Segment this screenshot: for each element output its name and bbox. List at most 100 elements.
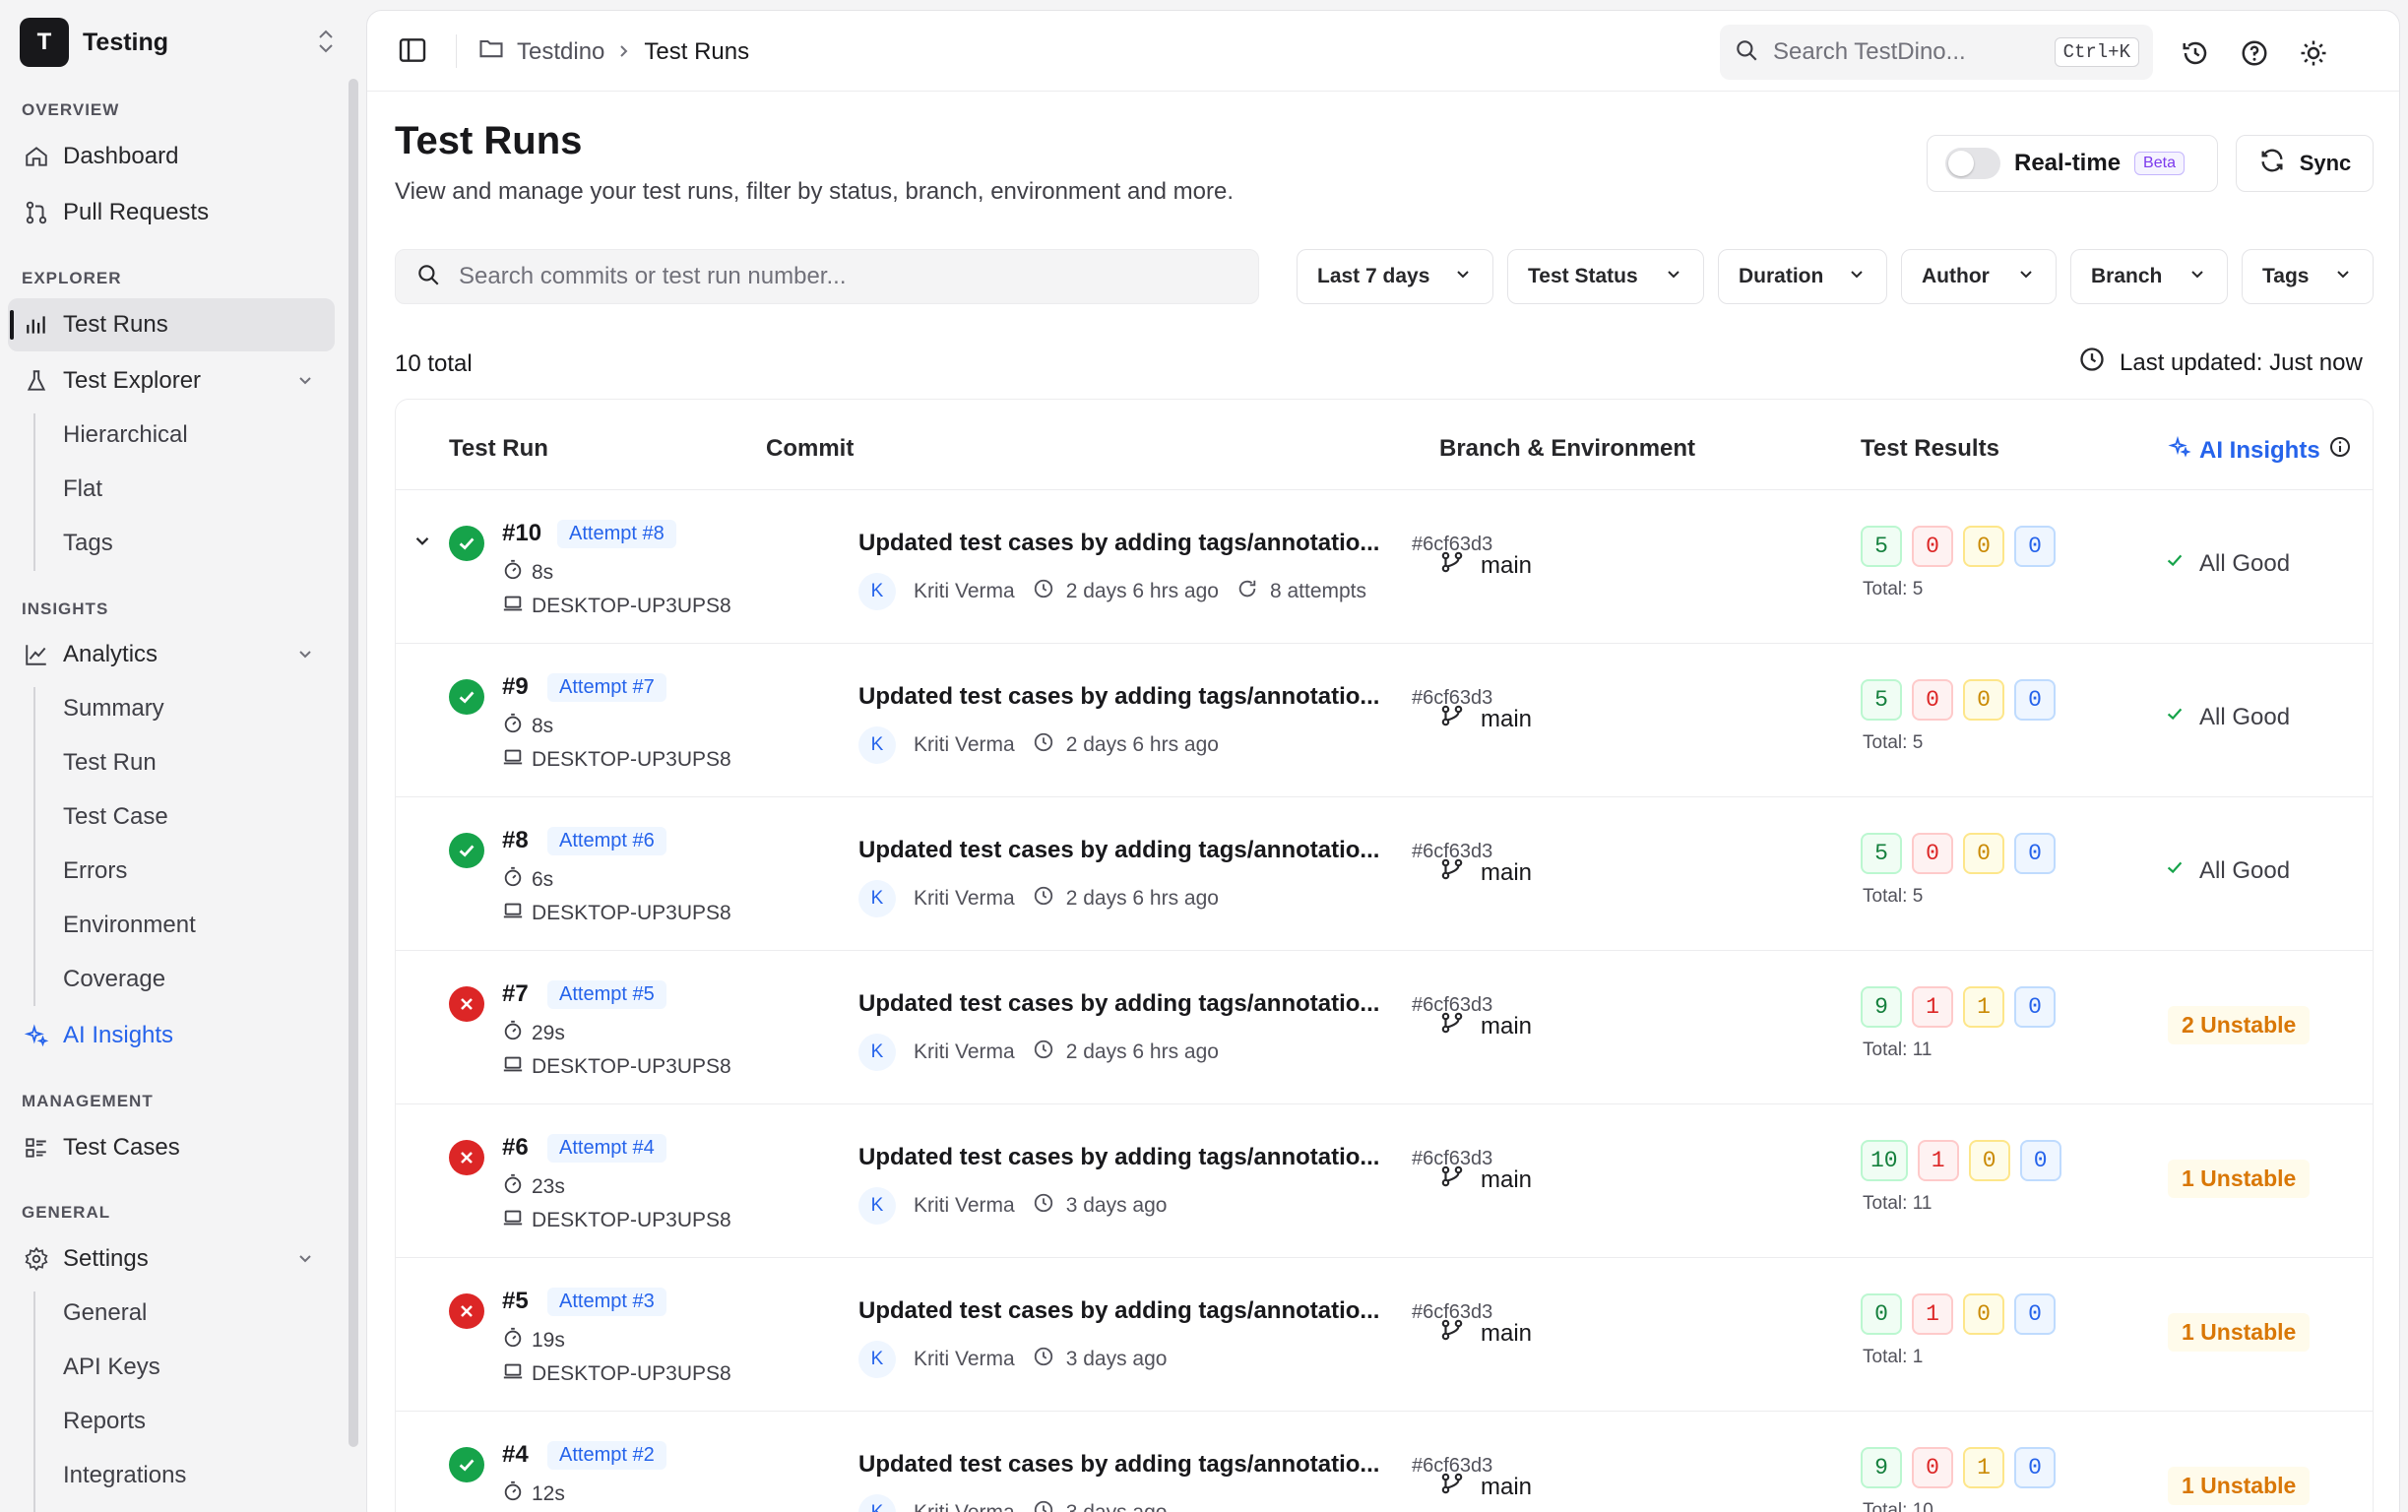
table-row[interactable]: #5 Attempt #3 19s DESKTOP-UP3UPS8 Updated te… [396, 1258, 2373, 1412]
sidebar-item-analytics[interactable]: Analytics [8, 628, 335, 681]
failed-count-badge[interactable]: 1 [1912, 986, 1953, 1028]
failed-count-badge[interactable]: 1 [1912, 1293, 1953, 1335]
filter-test-status[interactable]: Test Status [1507, 249, 1704, 304]
commit-message[interactable]: Updated test cases by adding tags/annota… [858, 1144, 1379, 1171]
column-header-ai-insights[interactable]: AI Insights [2168, 435, 2352, 466]
sidebar-item-test-runs[interactable]: Test Runs [8, 298, 335, 351]
failed-count-badge[interactable]: 0 [1912, 526, 1953, 567]
failed-count-badge[interactable]: 0 [1912, 833, 1953, 874]
commit-message[interactable]: Updated test cases by adding tags/annota… [858, 530, 1379, 557]
sidebar-item-test-cases[interactable]: Test Cases [8, 1121, 335, 1174]
skipped-count-badge[interactable]: 0 [2014, 833, 2056, 874]
skipped-count-badge[interactable]: 0 [2014, 1447, 2056, 1488]
sidebar-item-hierarchical[interactable]: Hierarchical [63, 415, 188, 455]
sidebar-item-api-keys[interactable]: API Keys [63, 1348, 160, 1387]
table-row[interactable]: #4Attempt #212sDESKTOP-UP3UPS8Updated te… [396, 1412, 2373, 1512]
flaky-count-badge[interactable]: 0 [1963, 526, 2004, 567]
sidebar-item-coverage[interactable]: Coverage [63, 960, 165, 999]
filter-date-range[interactable]: Last 7 days [1297, 249, 1493, 304]
sidebar-item-test-run[interactable]: Test Run [63, 743, 157, 783]
ai-insight-unstable-badge[interactable]: 2 Unstable [2168, 1006, 2311, 1044]
filter-tags[interactable]: Tags [2242, 249, 2374, 304]
passed-count-badge[interactable]: 5 [1861, 833, 1902, 874]
sidebar-item-flat[interactable]: Flat [63, 470, 102, 509]
commit-message[interactable]: Updated test cases by adding tags/annota… [858, 837, 1379, 864]
flaky-count-badge[interactable]: 0 [1963, 833, 2004, 874]
skipped-count-badge[interactable]: 0 [2019, 1140, 2061, 1181]
commit-message[interactable]: Updated test cases by adding tags/annota… [858, 1297, 1379, 1325]
sun-icon[interactable] [2299, 38, 2328, 68]
history-icon[interactable] [2181, 38, 2210, 68]
ai-insight-unstable-badge[interactable]: 1 Unstable [2168, 1313, 2311, 1352]
sidebar-item-dashboard[interactable]: Dashboard [8, 130, 335, 183]
sidebar-item-environment[interactable]: Environment [63, 906, 196, 945]
chevron-down-icon[interactable] [412, 530, 433, 556]
table-row[interactable]: #6 Attempt #4 23s DESKTOP-UP3UPS8 Updated te… [396, 1104, 2373, 1258]
run-number[interactable]: #6 [502, 1134, 529, 1162]
flaky-count-badge[interactable]: 1 [1963, 986, 2004, 1028]
sidebar-item-test-explorer[interactable]: Test Explorer [8, 354, 335, 408]
flaky-count-badge[interactable]: 1 [1963, 1447, 2004, 1488]
table-row[interactable]: #10 Attempt #8 8s DESKTOP-UP3UPS8 Updated te… [396, 490, 2373, 644]
commit-message[interactable]: Updated test cases by adding tags/annota… [858, 1451, 1379, 1479]
failed-count-badge[interactable]: 0 [1912, 679, 1953, 721]
flaky-count-badge[interactable]: 0 [1963, 1293, 2004, 1335]
passed-count-badge[interactable]: 9 [1861, 986, 1902, 1028]
run-number[interactable]: #9 [502, 673, 529, 701]
passed-count-badge[interactable]: 5 [1861, 679, 1902, 721]
info-icon[interactable] [2328, 435, 2352, 466]
sidebar-item-summary[interactable]: Summary [63, 689, 164, 728]
passed-count-badge[interactable]: 0 [1861, 1293, 1902, 1335]
test-run-search-input[interactable]: Search commits or test run number... [395, 249, 1259, 304]
ai-insight[interactable]: All Good [2164, 549, 2290, 578]
run-number[interactable]: #10 [502, 520, 541, 547]
sync-button[interactable]: Sync [2236, 135, 2374, 192]
timer-icon [502, 1327, 524, 1354]
ai-insight-unstable-badge[interactable]: 1 Unstable [2168, 1160, 2311, 1198]
skipped-count-badge[interactable]: 0 [2014, 679, 2056, 721]
skipped-count-badge[interactable]: 0 [2014, 986, 2056, 1028]
sidebar-item-test-case[interactable]: Test Case [63, 797, 168, 837]
run-number[interactable]: #7 [502, 980, 529, 1008]
sidebar-toggle-icon[interactable] [397, 34, 428, 71]
ai-insight[interactable]: All Good [2164, 856, 2290, 885]
commit-message[interactable]: Updated test cases by adding tags/annota… [858, 990, 1379, 1018]
sidebar-item-general[interactable]: General [63, 1293, 147, 1333]
table-row[interactable]: #7 Attempt #5 29s DESKTOP-UP3UPS8 Updated te… [396, 951, 2373, 1104]
sidebar-scrollbar[interactable] [349, 79, 358, 1447]
ai-insight-unstable-badge[interactable]: 1 Unstable [2168, 1467, 2311, 1505]
table-row[interactable]: #9 Attempt #7 8s DESKTOP-UP3UPS8 Updated tes… [396, 644, 2373, 797]
run-number[interactable]: #4 [502, 1441, 529, 1469]
workspace-switcher[interactable]: T Testing [20, 18, 335, 67]
filter-branch[interactable]: Branch [2070, 249, 2228, 304]
passed-count-badge[interactable]: 5 [1861, 526, 1902, 567]
flaky-count-badge[interactable]: 0 [1963, 679, 2004, 721]
commit-message[interactable]: Updated test cases by adding tags/annota… [858, 683, 1379, 711]
passed-count-badge[interactable]: 9 [1861, 1447, 1902, 1488]
skipped-count-badge[interactable]: 0 [2014, 1293, 2056, 1335]
flaky-count-badge[interactable]: 0 [1968, 1140, 2010, 1181]
sidebar-item-errors[interactable]: Errors [63, 851, 127, 891]
filter-duration[interactable]: Duration [1718, 249, 1887, 304]
passed-count-badge[interactable]: 10 [1861, 1140, 1908, 1181]
global-search-input[interactable]: Search TestDino... Ctrl+K [1720, 25, 2153, 80]
realtime-toggle[interactable]: Real-time Beta [1927, 135, 2218, 192]
sidebar-item-integrations[interactable]: Integrations [63, 1456, 186, 1495]
run-number[interactable]: #5 [502, 1288, 529, 1315]
skipped-count-badge[interactable]: 0 [2014, 526, 2056, 567]
help-icon[interactable] [2240, 38, 2269, 68]
sidebar-item-pull-requests[interactable]: Pull Requests [8, 186, 335, 239]
sidebar-item-reports[interactable]: Reports [63, 1402, 146, 1441]
sidebar-item-ai-insights[interactable]: AI Insights [8, 1009, 335, 1062]
failed-count-badge[interactable]: 1 [1917, 1140, 1959, 1181]
sidebar-item-tags[interactable]: Tags [63, 524, 113, 563]
toggle-switch[interactable] [1945, 148, 2000, 179]
filter-label: Duration [1739, 265, 1824, 287]
breadcrumb-root[interactable]: Testdino [517, 38, 604, 66]
filter-author[interactable]: Author [1901, 249, 2057, 304]
failed-count-badge[interactable]: 0 [1912, 1447, 1953, 1488]
sidebar-item-settings[interactable]: Settings [8, 1232, 335, 1286]
ai-insight[interactable]: All Good [2164, 703, 2290, 731]
table-row[interactable]: #8 Attempt #6 6s DESKTOP-UP3UPS8 Updated tes… [396, 797, 2373, 951]
run-number[interactable]: #8 [502, 827, 529, 854]
